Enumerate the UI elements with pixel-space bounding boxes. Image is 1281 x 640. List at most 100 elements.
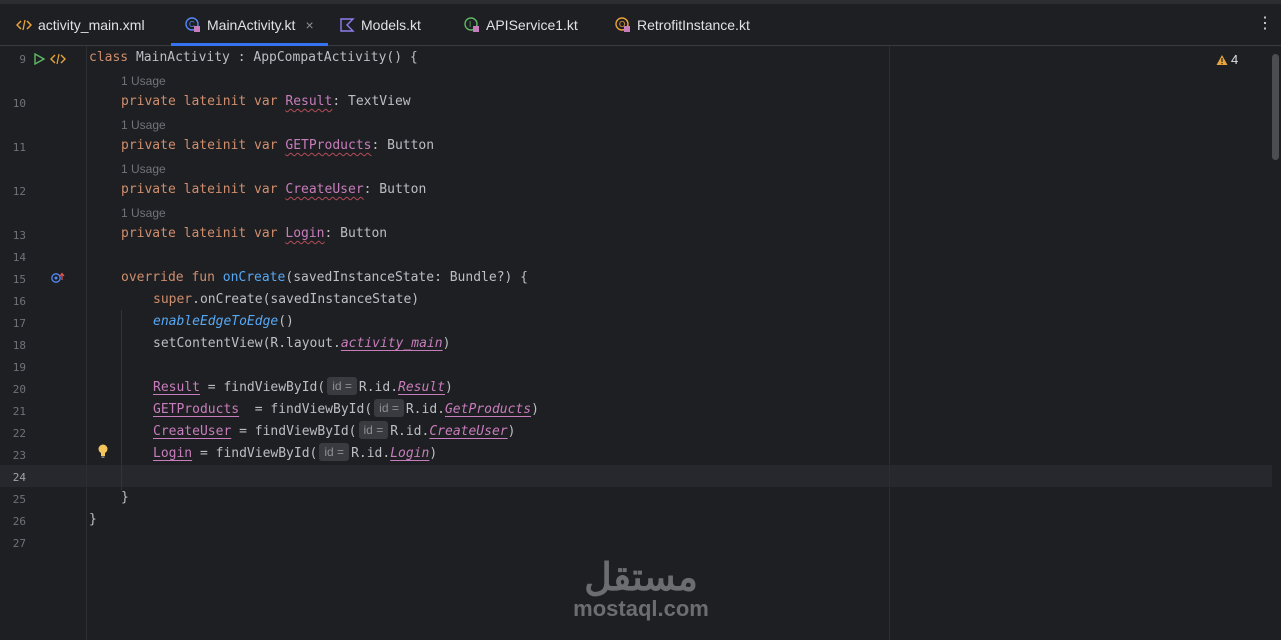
tab-label: MainActivity.kt (207, 17, 296, 33)
keyword: private lateinit var (121, 138, 278, 153)
code-line[interactable]: private lateinit var Login: Button (121, 223, 387, 245)
call-close: ) (442, 336, 451, 351)
close-icon[interactable]: × (305, 17, 313, 33)
type-annotation: : TextView (332, 94, 411, 109)
kotlin-class-icon: C (185, 17, 201, 33)
keyword: private lateinit var (121, 182, 278, 197)
usage-hint[interactable]: 1 Usage (121, 206, 166, 220)
type-annotation: : Button (371, 138, 435, 153)
line-number: 25 (12, 493, 26, 506)
call-close: ) (445, 380, 453, 395)
mostaql-watermark: مستقل mostaql.com (561, 558, 721, 622)
code-line[interactable]: Result = findViewById(id = R.id.Result) (153, 377, 453, 399)
tab-label: activity_main.xml (38, 17, 145, 33)
tab-retrofitinstance-kt[interactable]: O RetrofitInstance.kt (615, 4, 750, 46)
type-annotation: : Button (324, 226, 388, 241)
line-number: 14 (12, 251, 26, 264)
keyword: override fun (121, 270, 215, 285)
keyword: private lateinit var (121, 94, 278, 109)
type-annotation: : Button (363, 182, 427, 197)
property-name: Result (285, 94, 333, 109)
code-line[interactable]: setContentView(R.layout.activity_main) (153, 333, 450, 355)
code-line[interactable]: } (121, 487, 129, 509)
code-line[interactable]: enableEdgeToEdge() (153, 311, 294, 333)
usage-hint[interactable]: 1 Usage (121, 118, 166, 132)
assignment: = findViewById( (192, 446, 318, 461)
property-name: Login (285, 226, 325, 241)
assignment: = findViewById( (239, 402, 373, 417)
line-number: 20 (12, 383, 26, 396)
current-line-highlight (0, 465, 1272, 487)
resource-prefix: R.id. (390, 424, 430, 439)
keyword: super (153, 292, 193, 307)
line-number: 26 (12, 515, 26, 528)
tab-apiservice1-kt[interactable]: I APIService1.kt (464, 4, 578, 46)
editor-tab-bar: activity_main.xml C MainActivity.kt × Mo… (0, 4, 1281, 46)
call-close: ) (429, 446, 438, 461)
xml-file-icon (15, 17, 33, 33)
code-line[interactable]: Login = findViewById(id = R.id.Login) (153, 443, 437, 465)
assignment: = findViewById( (199, 380, 326, 395)
resource-prefix: R.id. (358, 380, 399, 395)
code-line[interactable]: } (89, 509, 97, 531)
parameter-hint: id = (374, 399, 404, 417)
property-name: Result (153, 380, 200, 395)
kotlin-object-icon: O (615, 17, 631, 33)
resource-id: GetProducts (444, 402, 532, 417)
vertical-scrollbar[interactable] (1272, 54, 1279, 160)
line-number: 27 (12, 537, 26, 550)
function-call: enableEdgeToEdge (153, 314, 279, 329)
keyword: class (89, 50, 129, 65)
code-line[interactable]: private lateinit var CreateUser: Button (121, 179, 426, 201)
tab-activity-main-xml[interactable]: activity_main.xml (15, 4, 145, 46)
tab-label: APIService1.kt (486, 17, 578, 33)
line-number: 24 (12, 471, 26, 484)
call-close: ) (531, 402, 539, 417)
resource-id: CreateUser (429, 424, 508, 439)
override-marker-icon[interactable] (51, 271, 65, 289)
property-name: GETProducts (153, 402, 240, 417)
code-line[interactable]: private lateinit var GETProducts: Button (121, 135, 434, 157)
parameters: (savedInstanceState: Bundle?) { (285, 270, 529, 285)
class-declaration: MainActivity : AppCompatActivity() { (128, 50, 418, 65)
line-number: 9 (19, 53, 26, 66)
property-name: CreateUser (153, 424, 232, 439)
usage-hint[interactable]: 1 Usage (121, 74, 166, 88)
line-number: 19 (12, 361, 26, 374)
gutter-separator (86, 46, 87, 640)
run-icon[interactable] (33, 52, 46, 70)
property-name: Login (153, 446, 193, 461)
line-number: 23 (12, 449, 26, 462)
code-line[interactable]: super.onCreate(savedInstanceState) (153, 289, 419, 311)
resource-prefix: R.id. (405, 402, 445, 417)
call: .onCreate(savedInstanceState) (192, 292, 420, 307)
tab-label: Models.kt (361, 17, 421, 33)
more-tabs-icon[interactable]: ⋮ (1257, 16, 1273, 32)
parameter-hint: id = (319, 443, 350, 461)
code-line[interactable]: override fun onCreate(savedInstanceState… (121, 267, 528, 289)
indent-guide (121, 310, 122, 490)
line-number: 16 (12, 295, 26, 308)
function-name: onCreate (222, 270, 286, 285)
code-line[interactable]: CreateUser = findViewById(id = R.id.Creat… (153, 421, 515, 443)
tab-mainactivity-kt[interactable]: C MainActivity.kt × (171, 4, 328, 46)
property-name: GETProducts (285, 138, 372, 153)
code-line[interactable]: GETProducts = findViewById(id = R.id.GetP… (153, 399, 539, 421)
inspection-widget[interactable]: 4 (1216, 52, 1238, 67)
code-line[interactable]: class MainActivity : AppCompatActivity()… (89, 47, 418, 69)
layout-file-icon[interactable] (50, 52, 66, 70)
code-line[interactable]: private lateinit var Result: TextView (121, 91, 411, 113)
kotlin-interface-icon: I (464, 17, 480, 33)
resource-prefix: R.id. (351, 446, 391, 461)
tab-models-kt[interactable]: Models.kt (339, 4, 421, 46)
line-number: 21 (12, 405, 26, 418)
call-close: ) (507, 424, 516, 439)
svg-text:I: I (469, 20, 471, 29)
line-number: 15 (12, 273, 26, 286)
usage-hint[interactable]: 1 Usage (121, 162, 166, 176)
lightbulb-icon[interactable] (97, 444, 109, 463)
call: setContentView(R.layout. (153, 336, 341, 351)
line-number: 18 (12, 339, 26, 352)
assignment: = findViewById( (231, 424, 357, 439)
code-editor[interactable]: 4 9 10 11 12 13 14 15 16 17 18 19 20 21 … (0, 46, 1281, 640)
